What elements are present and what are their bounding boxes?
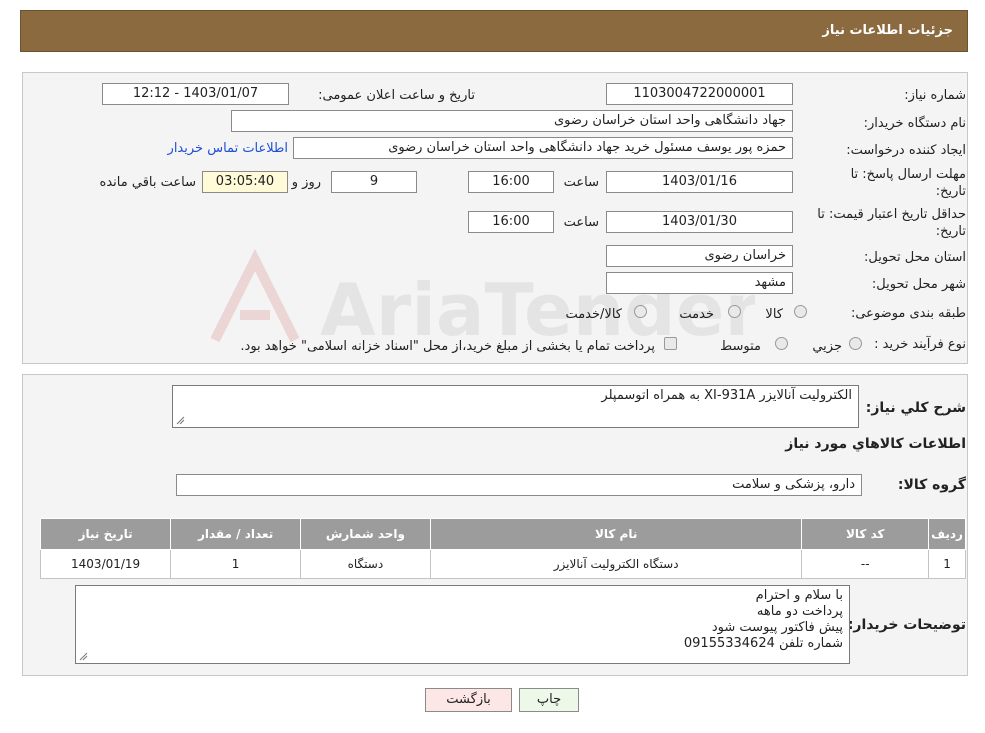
buyer-org-label: نام دستگاه خریدار: <box>863 116 966 131</box>
deadline-label-cont: تاریخ: <box>935 184 966 199</box>
delivery-city-field: مشهد <box>606 272 793 294</box>
price-validity-date-field: 1403/01/30 <box>606 211 793 233</box>
announce-datetime-field: 1403/01/07 - 12:12 <box>102 83 289 105</box>
cell-item-code: -- <box>801 549 930 579</box>
announce-datetime-label: تاریخ و ساعت اعلان عمومی: <box>318 88 475 103</box>
process-minor-radio[interactable] <box>849 337 862 350</box>
goods-group-label: گروه کالا: <box>897 477 966 493</box>
delivery-province-label: استان محل تحویل: <box>864 250 966 265</box>
buyer-notes-line: شماره تلفن 09155334624 <box>683 636 843 651</box>
process-medium-label: متوسط <box>720 339 761 354</box>
price-validity-label: حداقل تاریخ اعتبار قیمت: تا <box>817 207 966 222</box>
buyer-notes-line: پیش فاکتور پیوست شود <box>711 620 843 635</box>
buyer-notes-textarea[interactable]: با سلام و احترام پرداخت دو ماهه پیش فاکت… <box>75 585 850 664</box>
deadline-time-label: ساعت <box>563 175 599 190</box>
category-goods-service-label: کالا/خدمت <box>565 307 622 322</box>
category-goods-radio[interactable] <box>794 305 807 318</box>
col-need-date: تاریخ نیاز <box>39 518 172 550</box>
col-unit: واحد شمارش <box>299 518 431 550</box>
delivery-province-field: خراسان رضوی <box>606 245 793 267</box>
cell-item-name: دستگاه الکترولیت آنالایزر <box>429 549 803 579</box>
purchase-process-label: نوع فرآیند خرید : <box>874 337 966 352</box>
category-goods-service-radio[interactable] <box>634 305 647 318</box>
goods-group-field: دارو، پزشکی و سلامت <box>176 474 862 496</box>
resize-grip-icon[interactable] <box>78 651 88 661</box>
buyer-org-field: جهاد دانشگاهی واحد استان خراسان رضوی <box>231 110 793 132</box>
delivery-city-label: شهر محل تحویل: <box>871 277 966 292</box>
process-medium-radio[interactable] <box>775 337 788 350</box>
print-button[interactable]: چاپ <box>519 688 579 712</box>
page-header: جزئیات اطلاعات نیاز <box>20 10 968 52</box>
validity-time-label: ساعت <box>563 215 599 230</box>
items-table-header-row: ردیف کد کالا نام کالا واحد شمارش تعداد /… <box>39 518 966 550</box>
requester-field: حمزه پور یوسف مسئول خرید جهاد دانشگاهی و… <box>293 137 793 159</box>
process-minor-label: جزيي <box>812 339 842 354</box>
buyer-contact-link[interactable]: اطلاعات تماس خریدار <box>168 141 288 156</box>
requester-label: ایجاد کننده درخواست: <box>846 143 966 158</box>
days-label: روز و <box>291 175 321 190</box>
table-row: 1 -- دستگاه الکترولیت آنالایزر دستگاه 1 … <box>39 549 966 579</box>
col-quantity: تعداد / مقدار <box>170 518 301 550</box>
buyer-notes-line: پرداخت دو ماهه <box>756 604 843 619</box>
page-title: جزئیات اطلاعات نیاز <box>822 23 953 38</box>
buyer-notes-label: توضیحات خریدار: <box>847 617 966 633</box>
col-row-number: ردیف <box>928 518 966 550</box>
category-label: طبقه بندی موضوعی: <box>850 306 966 321</box>
back-button[interactable]: بازگشت <box>425 688 512 712</box>
goods-section-title: اطلاعات کالاهاي مورد نیاز <box>785 436 966 452</box>
price-validity-label-cont: تاریخ: <box>935 224 966 239</box>
buyer-notes-line: با سلام و احترام <box>755 588 843 603</box>
cell-quantity: 1 <box>170 549 301 579</box>
resize-grip-icon[interactable] <box>175 415 185 425</box>
cell-unit: دستگاه <box>299 549 431 579</box>
deadline-label: مهلت ارسال پاسخ: تا <box>850 167 966 182</box>
remaining-time-field: 03:05:40 <box>202 171 288 193</box>
deadline-date-field: 1403/01/16 <box>606 171 793 193</box>
description-label: شرح کلي نیاز: <box>865 400 966 416</box>
treasury-payment-checkbox[interactable] <box>664 337 677 350</box>
need-number-field: 1103004722000001 <box>606 83 793 105</box>
price-validity-time-field: 16:00 <box>468 211 554 233</box>
remaining-time-label: ساعت باقي مانده <box>99 175 196 190</box>
need-number-label: شماره نیاز: <box>904 88 966 103</box>
treasury-payment-note: پرداخت تمام یا بخشی از مبلغ خرید،از محل … <box>240 339 655 354</box>
cell-row-number: 1 <box>928 549 966 579</box>
remaining-days-field: 9 <box>331 171 417 193</box>
category-goods-label: کالا <box>765 307 783 322</box>
deadline-time-field: 16:00 <box>468 171 554 193</box>
col-item-code: کد کالا <box>801 518 930 550</box>
category-service-label: خدمت <box>679 307 714 322</box>
col-item-name: نام کالا <box>429 518 803 550</box>
cell-need-date: 1403/01/19 <box>39 549 172 579</box>
items-table: ردیف کد کالا نام کالا واحد شمارش تعداد /… <box>39 518 966 579</box>
description-textarea[interactable]: الکترولیت آنالایزر XI-931A به همراه اتوس… <box>172 385 859 428</box>
category-service-radio[interactable] <box>728 305 741 318</box>
